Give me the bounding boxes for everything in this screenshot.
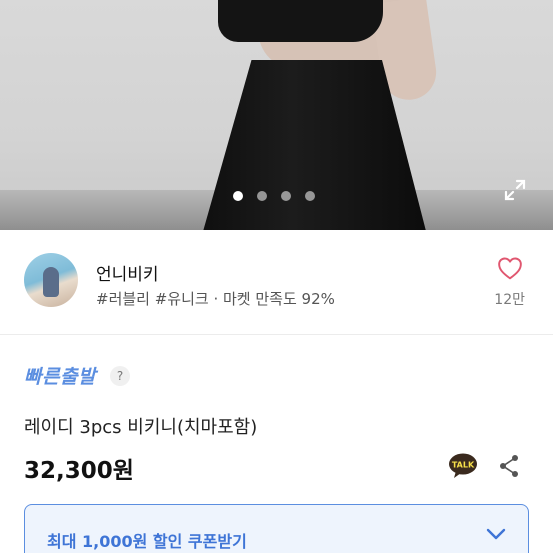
fast-shipping-badge: 빠른출발 bbox=[24, 366, 96, 388]
like-count: 12만 bbox=[494, 292, 525, 308]
coupon-download-bar[interactable]: 최대 1,000원 할인 쿠폰받기 bbox=[24, 504, 529, 553]
product-image-carousel[interactable] bbox=[0, 0, 553, 230]
product-price: 32,300원 bbox=[24, 458, 134, 484]
carousel-dot[interactable] bbox=[233, 191, 243, 201]
expand-icon[interactable] bbox=[503, 178, 527, 202]
share-icon[interactable] bbox=[498, 454, 520, 478]
chevron-down-icon bbox=[486, 528, 506, 540]
heart-outline-icon[interactable] bbox=[497, 256, 523, 280]
seller-row[interactable]: 언니비키 #러블리 #유니크 · 마켓 만족도 92% 12만 bbox=[0, 230, 553, 335]
talk-label: TALK bbox=[452, 461, 475, 470]
carousel-dot[interactable] bbox=[305, 191, 315, 201]
carousel-dot[interactable] bbox=[257, 191, 267, 201]
bikini-top bbox=[218, 0, 383, 42]
seller-tags: #러블리 #유니크 · 마켓 만족도 92% bbox=[96, 290, 335, 308]
avatar-figure bbox=[43, 267, 59, 297]
product-title: 레이디 3pcs 비키니(치마포함) bbox=[24, 417, 258, 438]
seller-name[interactable]: 언니비키 bbox=[96, 260, 159, 285]
carousel-dot[interactable] bbox=[281, 191, 291, 201]
kakao-talk-icon[interactable]: TALK bbox=[448, 453, 478, 479]
carousel-indicator bbox=[233, 191, 315, 201]
seller-avatar[interactable] bbox=[24, 253, 78, 307]
help-icon[interactable]: ? bbox=[110, 366, 130, 386]
coupon-label: 최대 1,000원 할인 쿠폰받기 bbox=[47, 532, 247, 551]
